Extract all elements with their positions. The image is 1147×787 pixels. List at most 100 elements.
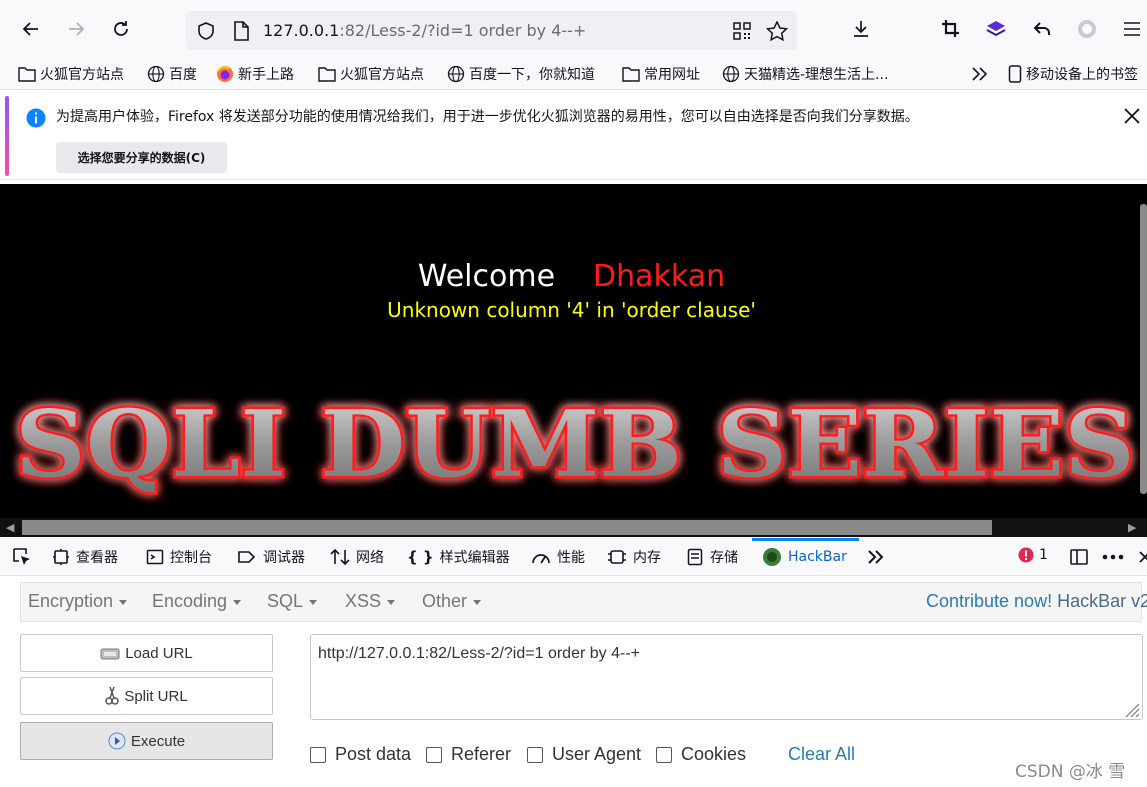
crop-icon xyxy=(942,20,959,37)
checkbox-box[interactable] xyxy=(426,746,442,763)
element-picker-icon xyxy=(13,548,30,565)
screenshot-button[interactable] xyxy=(936,14,966,44)
undo-icon xyxy=(1033,22,1050,35)
browser-toolbar: 127.0.0.1:82/Less-2/?id=1 order by 4--+ xyxy=(0,0,1147,58)
close-icon[interactable] xyxy=(1120,104,1144,128)
button-label: Execute xyxy=(130,732,186,750)
devtools-toolbar: 查看器 控制台 调试器 网络 { } 样式编辑器 性能 内存 存储 HackBa… xyxy=(0,538,1147,576)
firefox-icon xyxy=(217,66,233,82)
checkbox-box[interactable] xyxy=(656,746,672,763)
bookmark-item[interactable]: 新手上路 xyxy=(216,64,294,84)
url-text[interactable]: 127.0.0.1:82/Less-2/?id=1 order by 4--+ xyxy=(263,21,586,40)
post-data-checkbox[interactable]: Post data xyxy=(310,744,411,765)
bookmark-item[interactable]: 天猫精选-理想生活上... xyxy=(722,64,888,84)
back-button[interactable] xyxy=(16,14,46,44)
shield-icon[interactable] xyxy=(196,21,216,41)
resize-grip-icon[interactable] xyxy=(1122,702,1140,718)
vertical-scrollbar[interactable] xyxy=(1140,204,1147,494)
scroll-left-arrow-icon[interactable]: ◀ xyxy=(6,521,14,534)
welcome-text: Welcome xyxy=(417,259,556,294)
bookmark-star-icon[interactable] xyxy=(766,21,788,41)
undo-button[interactable] xyxy=(1027,14,1057,44)
element-picker-button[interactable] xyxy=(12,547,32,567)
tab-debugger[interactable]: 调试器 xyxy=(237,547,305,567)
caret-down-icon xyxy=(473,599,482,605)
tab-storage[interactable]: 存储 xyxy=(686,547,738,567)
scroll-right-arrow-icon[interactable]: ▶ xyxy=(1128,521,1136,534)
storage-icon xyxy=(687,548,703,566)
url-textarea[interactable]: http://127.0.0.1:82/Less-2/?id=1 order b… xyxy=(310,634,1143,720)
chevron-double-right-icon xyxy=(868,550,884,564)
tab-label: 查看器 xyxy=(76,550,118,566)
tab-label: HackBar xyxy=(788,549,847,565)
caret-down-icon xyxy=(309,599,318,605)
error-count-badge[interactable]: 1 xyxy=(1018,547,1048,563)
checkbox-label: Cookies xyxy=(681,744,747,764)
bookmark-item[interactable]: 移动设备上的书签 xyxy=(1008,64,1138,84)
forward-button[interactable] xyxy=(61,14,91,44)
menu-encoding[interactable]: Encoding xyxy=(152,591,242,612)
dock-icon xyxy=(1070,549,1088,565)
bookmark-item[interactable]: 百度 xyxy=(147,64,197,84)
cookies-checkbox[interactable]: Cookies xyxy=(656,744,746,765)
menu-encryption[interactable]: Encryption xyxy=(28,591,128,612)
bookmark-item[interactable]: 火狐官方站点 xyxy=(18,64,124,84)
choose-data-button[interactable]: 选择您要分享的数据(C) xyxy=(56,142,227,173)
clear-all-link[interactable]: Clear All xyxy=(788,744,855,765)
bookmark-label: 新手上路 xyxy=(238,67,294,83)
referer-checkbox[interactable]: Referer xyxy=(426,744,511,765)
bookmark-item[interactable]: 百度一下，你就知道 xyxy=(447,64,595,84)
dock-side-button[interactable] xyxy=(1069,547,1089,567)
error-icon xyxy=(1018,547,1034,563)
telemetry-notification: 为提高用户体验，Firefox 将发送部分功能的使用情况给我们，用于进一步优化火… xyxy=(0,96,1147,180)
tab-performance[interactable]: 性能 xyxy=(531,547,585,567)
hackbar-menu: Encryption Encoding SQL XSS Other Contri… xyxy=(20,582,1147,622)
more-tabs-button[interactable] xyxy=(866,547,886,567)
execute-button[interactable]: Execute xyxy=(20,722,273,760)
qr-code-icon[interactable] xyxy=(732,21,752,41)
folder-icon xyxy=(318,67,336,82)
load-url-button[interactable]: Load URL xyxy=(20,634,273,672)
url-bar[interactable]: 127.0.0.1:82/Less-2/?id=1 order by 4--+ xyxy=(186,11,797,50)
checkbox-box[interactable] xyxy=(310,746,326,763)
devtools-options-button[interactable] xyxy=(1102,547,1124,567)
notification-text: 为提高用户体验，Firefox 将发送部分功能的使用情况给我们，用于进一步优化火… xyxy=(56,109,919,125)
reload-icon xyxy=(114,21,128,36)
tab-style-editor[interactable]: { } 样式编辑器 xyxy=(407,547,510,567)
horizontal-scrollbar-thumb[interactable] xyxy=(22,520,992,535)
bookmark-item[interactable]: 火狐官方站点 xyxy=(318,64,424,84)
tab-network[interactable]: 网络 xyxy=(330,547,384,567)
tab-memory[interactable]: 内存 xyxy=(607,547,661,567)
contribute-link[interactable]: Contribute now! HackBar v2 xyxy=(926,591,1147,612)
menu-button[interactable] xyxy=(1117,14,1147,44)
account-button[interactable] xyxy=(1072,14,1102,44)
menu-sql[interactable]: SQL xyxy=(267,591,318,612)
bookmarks-bar: 火狐官方站点 百度 新手上路 火狐官方站点 百度一下，你就知道 常用网址 天猫精… xyxy=(0,58,1147,90)
info-icon xyxy=(26,108,46,128)
forward-arrow-icon xyxy=(69,22,85,36)
button-label: Load URL xyxy=(125,644,193,662)
layers-icon xyxy=(986,21,1006,37)
console-icon xyxy=(146,549,164,565)
watermark: CSDN @冰 雪 xyxy=(1015,762,1126,782)
user-agent-checkbox[interactable]: User Agent xyxy=(527,744,641,765)
downloads-button[interactable] xyxy=(846,14,876,44)
chevron-double-right-icon xyxy=(972,67,988,81)
checkbox-box[interactable] xyxy=(527,746,543,763)
tab-console[interactable]: 控制台 xyxy=(146,547,212,567)
play-icon xyxy=(108,732,126,750)
menu-xss[interactable]: XSS xyxy=(345,591,396,612)
split-url-button[interactable]: Split URL xyxy=(20,677,273,715)
extension-button[interactable] xyxy=(981,14,1011,44)
bookmarks-overflow-button[interactable] xyxy=(970,64,990,84)
page-icon[interactable] xyxy=(232,21,250,41)
tab-inspector[interactable]: 查看器 xyxy=(52,547,118,567)
reload-button[interactable] xyxy=(106,14,136,44)
bookmark-label: 百度一下，你就知道 xyxy=(469,67,595,83)
close-devtools-button[interactable] xyxy=(1138,547,1147,567)
tab-hackbar[interactable]: HackBar xyxy=(762,547,847,567)
bookmark-item[interactable]: 常用网址 xyxy=(622,64,700,84)
menu-other[interactable]: Other xyxy=(422,591,482,612)
checkbox-label: Referer xyxy=(451,744,512,764)
tab-label: 控制台 xyxy=(170,550,212,566)
